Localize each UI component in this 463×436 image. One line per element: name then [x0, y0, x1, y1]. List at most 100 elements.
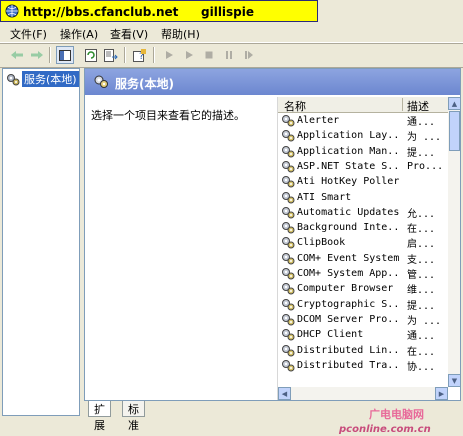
banner-url-text: http://bbs.cfanclub.net — [23, 5, 179, 19]
service-gear-icon — [282, 191, 295, 203]
service-name: Cryptographic S... — [297, 298, 400, 310]
service-gear-icon — [282, 252, 295, 265]
globe-icon — [5, 4, 19, 18]
properties-help-icon[interactable]: ? — [131, 46, 149, 64]
list-item[interactable]: COM+ System App... 管... — [278, 266, 448, 281]
pane-title: 服务(本地) — [115, 77, 174, 91]
stop-icon[interactable] — [200, 46, 218, 64]
service-description: 提... — [407, 147, 436, 159]
menu-file[interactable]: 文件(F) — [10, 26, 47, 42]
service-name: COM+ System App... — [297, 268, 400, 279]
service-gear-icon — [282, 283, 295, 295]
url-banner: http://bbs.cfanclub.net gillispie — [0, 0, 318, 22]
column-header-description[interactable]: 描述 — [402, 98, 429, 113]
service-name: Application Man... — [297, 145, 400, 157]
list-item[interactable]: Automatic Updates 允... — [278, 205, 448, 220]
banner-user-text: gillispie — [201, 5, 255, 19]
svg-text:pconline.com.cn: pconline.com.cn — [338, 424, 431, 435]
service-gear-icon — [282, 237, 295, 249]
service-name: Distributed Lin... — [297, 344, 400, 356]
console-tree: 服务(本地) — [2, 68, 80, 416]
service-description: 通... — [407, 117, 436, 128]
service-gear-icon — [282, 206, 295, 219]
vertical-scrollbar[interactable]: ▲ ▼ — [448, 97, 460, 387]
service-description: 为 ... — [407, 132, 442, 144]
list-item[interactable]: Application Lay... 为 ... — [278, 128, 448, 143]
service-name: Ati HotKey Poller — [297, 176, 400, 188]
gear-icon — [7, 73, 20, 85]
service-gear-icon — [282, 130, 295, 142]
list-item[interactable]: DHCP Client 通... — [278, 327, 448, 342]
scroll-left-icon[interactable]: ◀ — [278, 387, 291, 400]
list-item[interactable]: Distributed Tra... 协... — [278, 358, 448, 373]
service-gear-icon — [282, 160, 295, 173]
service-name: Application Lay... — [297, 130, 400, 142]
service-gear-icon — [282, 313, 295, 326]
service-name: Computer Browser — [297, 283, 394, 295]
menu-bar: 文件(F) 操作(A) 查看(V) 帮助(H) — [0, 23, 463, 43]
service-name: Alerter — [297, 115, 340, 126]
column-header-name[interactable]: 名称 — [284, 98, 306, 114]
pane-header: 服务(本地) — [85, 69, 460, 95]
play-icon[interactable] — [180, 46, 198, 64]
gear-icon — [94, 75, 108, 88]
service-gear-icon — [282, 329, 295, 341]
list-item[interactable]: Alerter 通... — [278, 113, 448, 128]
menu-action[interactable]: 操作(A) — [60, 26, 98, 42]
menu-view[interactable]: 查看(V) — [110, 26, 148, 42]
service-description: 支... — [407, 254, 436, 266]
list-item[interactable]: COM+ Event System 支... — [278, 251, 448, 266]
service-name: COM+ Event System — [297, 252, 400, 264]
service-description: 允... — [407, 208, 436, 220]
scroll-up-icon[interactable]: ▲ — [448, 97, 460, 110]
service-description: 启... — [407, 239, 436, 251]
show-hide-tree-icon[interactable] — [56, 46, 74, 64]
horizontal-scrollbar[interactable]: ◀ ▶ — [278, 387, 448, 400]
list-item[interactable]: ASP.NET State S... Pro... — [278, 159, 448, 174]
service-description: 通... — [407, 331, 436, 343]
tree-node-services-local[interactable]: 服务(本地) — [6, 71, 79, 87]
service-description: 提... — [407, 300, 436, 312]
list-item[interactable]: DCOM Server Pro... 为 ... — [278, 312, 448, 327]
scroll-thumb[interactable] — [449, 111, 460, 151]
list-item[interactable]: Distributed Lin... 在... — [278, 343, 448, 358]
service-gear-icon — [282, 344, 295, 356]
list-item[interactable]: ATI Smart — [278, 190, 448, 205]
menu-help[interactable]: 帮助(H) — [161, 26, 200, 42]
site-watermark-logo: 广电电脑网 pconline.com.cn — [338, 407, 431, 435]
service-description: 维... — [407, 285, 436, 297]
details-pane: 服务(本地) 选择一个项目来查看它的描述。 名称 描述 Alerter 通... A… — [84, 68, 461, 401]
export-list-icon[interactable] — [102, 46, 120, 64]
service-name: ASP.NET State S... — [297, 160, 400, 172]
service-name: Background Inte... — [297, 222, 400, 234]
back-arrow-icon[interactable] — [8, 46, 26, 64]
list-item[interactable]: Background Inte... 在... — [278, 220, 448, 235]
service-description: 在... — [407, 224, 436, 236]
scroll-down-icon[interactable]: ▼ — [448, 374, 460, 387]
service-name: DHCP Client — [297, 329, 364, 341]
service-gear-icon — [282, 298, 295, 311]
scroll-right-icon[interactable]: ▶ — [435, 387, 448, 400]
restart-icon[interactable] — [240, 46, 258, 64]
refresh-icon[interactable] — [82, 46, 100, 64]
service-description: 在... — [407, 346, 436, 358]
service-gear-icon — [282, 176, 295, 188]
list-item[interactable]: ClipBook 启... — [278, 235, 448, 250]
tab-standard[interactable]: 标准 — [122, 401, 145, 432]
list-item[interactable]: Ati HotKey Poller — [278, 174, 448, 189]
services-list: 名称 描述 Alerter 通... Application Lay... 为 ...… — [277, 97, 460, 400]
service-gear-icon — [282, 222, 295, 234]
list-item[interactable]: Cryptographic S... 提... — [278, 297, 448, 312]
svg-text:广电电脑网: 广电电脑网 — [369, 407, 424, 421]
toolbar: ? — [0, 43, 463, 68]
forward-arrow-icon[interactable] — [28, 46, 46, 64]
pause-icon[interactable] — [220, 46, 238, 64]
service-gear-icon — [282, 145, 295, 158]
service-name: Automatic Updates — [297, 206, 400, 218]
tree-node-label: 服务(本地) — [22, 71, 79, 87]
tab-extended[interactable]: 扩展 — [88, 401, 111, 432]
service-name: ClipBook — [297, 237, 346, 249]
list-item[interactable]: Computer Browser 维... — [278, 281, 448, 296]
start-service-icon[interactable] — [160, 46, 178, 64]
list-item[interactable]: Application Man... 提... — [278, 144, 448, 159]
